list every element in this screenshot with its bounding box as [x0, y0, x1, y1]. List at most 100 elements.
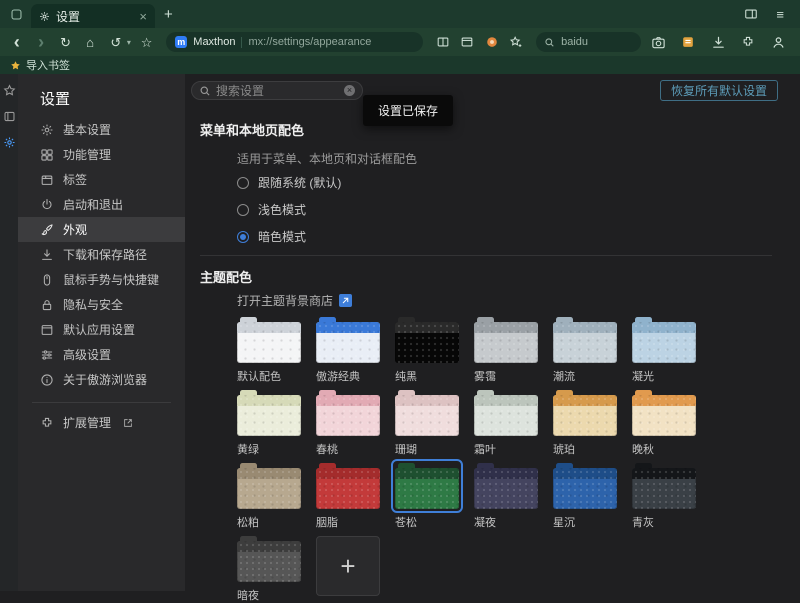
sidebar-item-download-path[interactable]: 下载和保存路径 — [18, 242, 185, 267]
sidebar-item-basic-settings[interactable]: 基本设置 — [18, 117, 185, 142]
sidebar-item-feature-management[interactable]: 功能管理 — [18, 142, 185, 167]
theme-swatch[interactable] — [237, 390, 301, 436]
sidebar-item-appearance[interactable]: 外观 — [18, 217, 185, 242]
sidebar-item-default-apps[interactable]: 默认应用设置 — [18, 317, 185, 342]
import-bookmarks-item[interactable]: 导入书签 — [10, 57, 70, 73]
favorite-page-button[interactable]: ☆ — [138, 32, 155, 52]
back-button[interactable]: ‹ — [8, 32, 25, 52]
sidebar-item-startup-exit[interactable]: 启动和退出 — [18, 192, 185, 217]
add-theme-cell[interactable]: + — [316, 536, 380, 603]
settings-rail-icon[interactable] — [2, 135, 16, 149]
download-icon[interactable] — [708, 32, 728, 52]
theme-swatch[interactable] — [632, 463, 696, 509]
theme-swatch[interactable] — [316, 317, 380, 363]
theme-name: 松粕 — [237, 514, 301, 530]
theme-cell-selected[interactable]: 苍松 — [395, 463, 459, 530]
settings-search-box[interactable]: × — [191, 81, 363, 100]
toolbar-search-box[interactable]: baidu — [536, 32, 641, 52]
radio-follow-system[interactable]: 跟随系统 (默认) — [237, 174, 341, 191]
clear-search-icon[interactable]: × — [344, 85, 355, 96]
theme-cell[interactable]: 潮流 — [553, 317, 617, 384]
theme-swatch[interactable] — [553, 317, 617, 363]
theme-cell[interactable]: 胭脂 — [316, 463, 380, 530]
new-tab-button[interactable]: + — [164, 0, 173, 28]
reader-mode-icon[interactable] — [434, 32, 451, 52]
theme-store-link[interactable]: 打开主题背景商店 — [237, 292, 352, 309]
undo-closed-tab-button[interactable]: ↺ ▾ — [106, 32, 131, 52]
theme-swatch[interactable] — [474, 390, 538, 436]
theme-cell[interactable]: 傲游经典 — [316, 317, 380, 384]
radio-icon-selected[interactable] — [237, 231, 249, 243]
external-link-icon — [122, 417, 134, 429]
theme-swatch[interactable] — [632, 390, 696, 436]
theme-swatch[interactable] — [553, 463, 617, 509]
theme-cell[interactable]: 琥珀 — [553, 390, 617, 457]
theme-cell[interactable]: 凝夜 — [474, 463, 538, 530]
theme-swatch[interactable] — [237, 317, 301, 363]
appearance-brush-icon — [40, 223, 54, 237]
boss-window-icon[interactable] — [744, 7, 758, 21]
address-bar[interactable]: m Maxthon mx://settings/appearance — [166, 32, 423, 52]
split-view-icon[interactable] — [459, 32, 476, 52]
theme-cell[interactable]: 晚秋 — [632, 390, 696, 457]
theme-cell[interactable]: 青灰 — [632, 463, 696, 530]
theme-swatch[interactable] — [474, 317, 538, 363]
theme-cell[interactable]: 星沉 — [553, 463, 617, 530]
settings-search-input[interactable] — [216, 84, 339, 98]
screenshot-icon[interactable] — [648, 32, 668, 52]
theme-cell[interactable]: 默认配色 — [237, 317, 301, 384]
sidebar-item-about[interactable]: 关于傲游浏览器 — [18, 367, 185, 392]
radio-dark-mode[interactable]: 暗色模式 — [237, 228, 306, 245]
theme-cell[interactable]: 纯黑 — [395, 317, 459, 384]
extensions-icon[interactable] — [738, 32, 758, 52]
profile-avatar[interactable] — [768, 32, 788, 52]
theme-swatch[interactable] — [395, 317, 459, 363]
theme-swatch[interactable] — [237, 463, 301, 509]
favorites-rail-icon[interactable] — [2, 83, 16, 97]
theme-swatch[interactable] — [474, 463, 538, 509]
theme-cell[interactable]: 珊瑚 — [395, 390, 459, 457]
theme-swatch-selected[interactable] — [395, 463, 459, 509]
theme-swatch[interactable] — [316, 463, 380, 509]
theme-swatch[interactable] — [632, 317, 696, 363]
add-theme-button[interactable]: + — [316, 536, 380, 596]
theme-cell[interactable]: 松粕 — [237, 463, 301, 530]
settings-sidebar: 设置 基本设置 功能管理 标签 启动和退出 外观 — [18, 74, 185, 591]
maxthon-logo-icon: m — [175, 36, 187, 48]
theme-swatch[interactable] — [395, 390, 459, 436]
sidebar-item-label: 下载和保存路径 — [63, 246, 147, 263]
panels-rail-icon[interactable] — [2, 109, 16, 123]
radio-icon[interactable] — [237, 204, 249, 216]
theme-cell[interactable]: 春桃 — [316, 390, 380, 457]
sidebar-item-privacy-security[interactable]: 隐私与安全 — [18, 292, 185, 317]
radio-icon[interactable] — [237, 177, 249, 189]
restore-defaults-button[interactable]: 恢复所有默认设置 — [660, 80, 778, 101]
home-button[interactable]: ⌂ — [81, 32, 98, 52]
tab-close-icon[interactable]: × — [139, 10, 147, 23]
swatch-body — [395, 395, 459, 436]
sidebar-item-advanced[interactable]: 高级设置 — [18, 342, 185, 367]
tab-settings[interactable]: 设置 × — [31, 4, 155, 28]
main-menu-icon[interactable]: ≡ — [776, 7, 784, 22]
refresh-button[interactable]: ↻ — [57, 32, 74, 52]
theme-cell[interactable]: 黄绿 — [237, 390, 301, 457]
theme-cell[interactable]: 雾霭 — [474, 317, 538, 384]
sidebar-item-tabs[interactable]: 标签 — [18, 167, 185, 192]
sidebar-item-extension-management[interactable]: 扩展管理 — [18, 410, 185, 435]
workspace-button[interactable] — [5, 0, 27, 28]
theme-name: 星沉 — [553, 514, 617, 530]
collect-icon[interactable] — [508, 32, 525, 52]
theme-swatch[interactable] — [237, 536, 301, 582]
sidebar-item-mouse-shortcuts[interactable]: 鼠标手势与快捷键 — [18, 267, 185, 292]
theme-cell[interactable]: 凝光 — [632, 317, 696, 384]
theme-grid: 默认配色 傲游经典 纯黑 雾霭 潮流 凝光 — [237, 317, 696, 603]
theme-name: 黄绿 — [237, 441, 301, 457]
forward-button[interactable]: › — [32, 32, 49, 52]
maxnote-icon[interactable] — [678, 32, 698, 52]
resource-sniffer-icon[interactable] — [483, 32, 500, 52]
radio-light-mode[interactable]: 浅色模式 — [237, 201, 306, 218]
theme-swatch[interactable] — [553, 390, 617, 436]
theme-cell[interactable]: 暗夜 — [237, 536, 301, 603]
theme-cell[interactable]: 霜叶 — [474, 390, 538, 457]
theme-swatch[interactable] — [316, 390, 380, 436]
